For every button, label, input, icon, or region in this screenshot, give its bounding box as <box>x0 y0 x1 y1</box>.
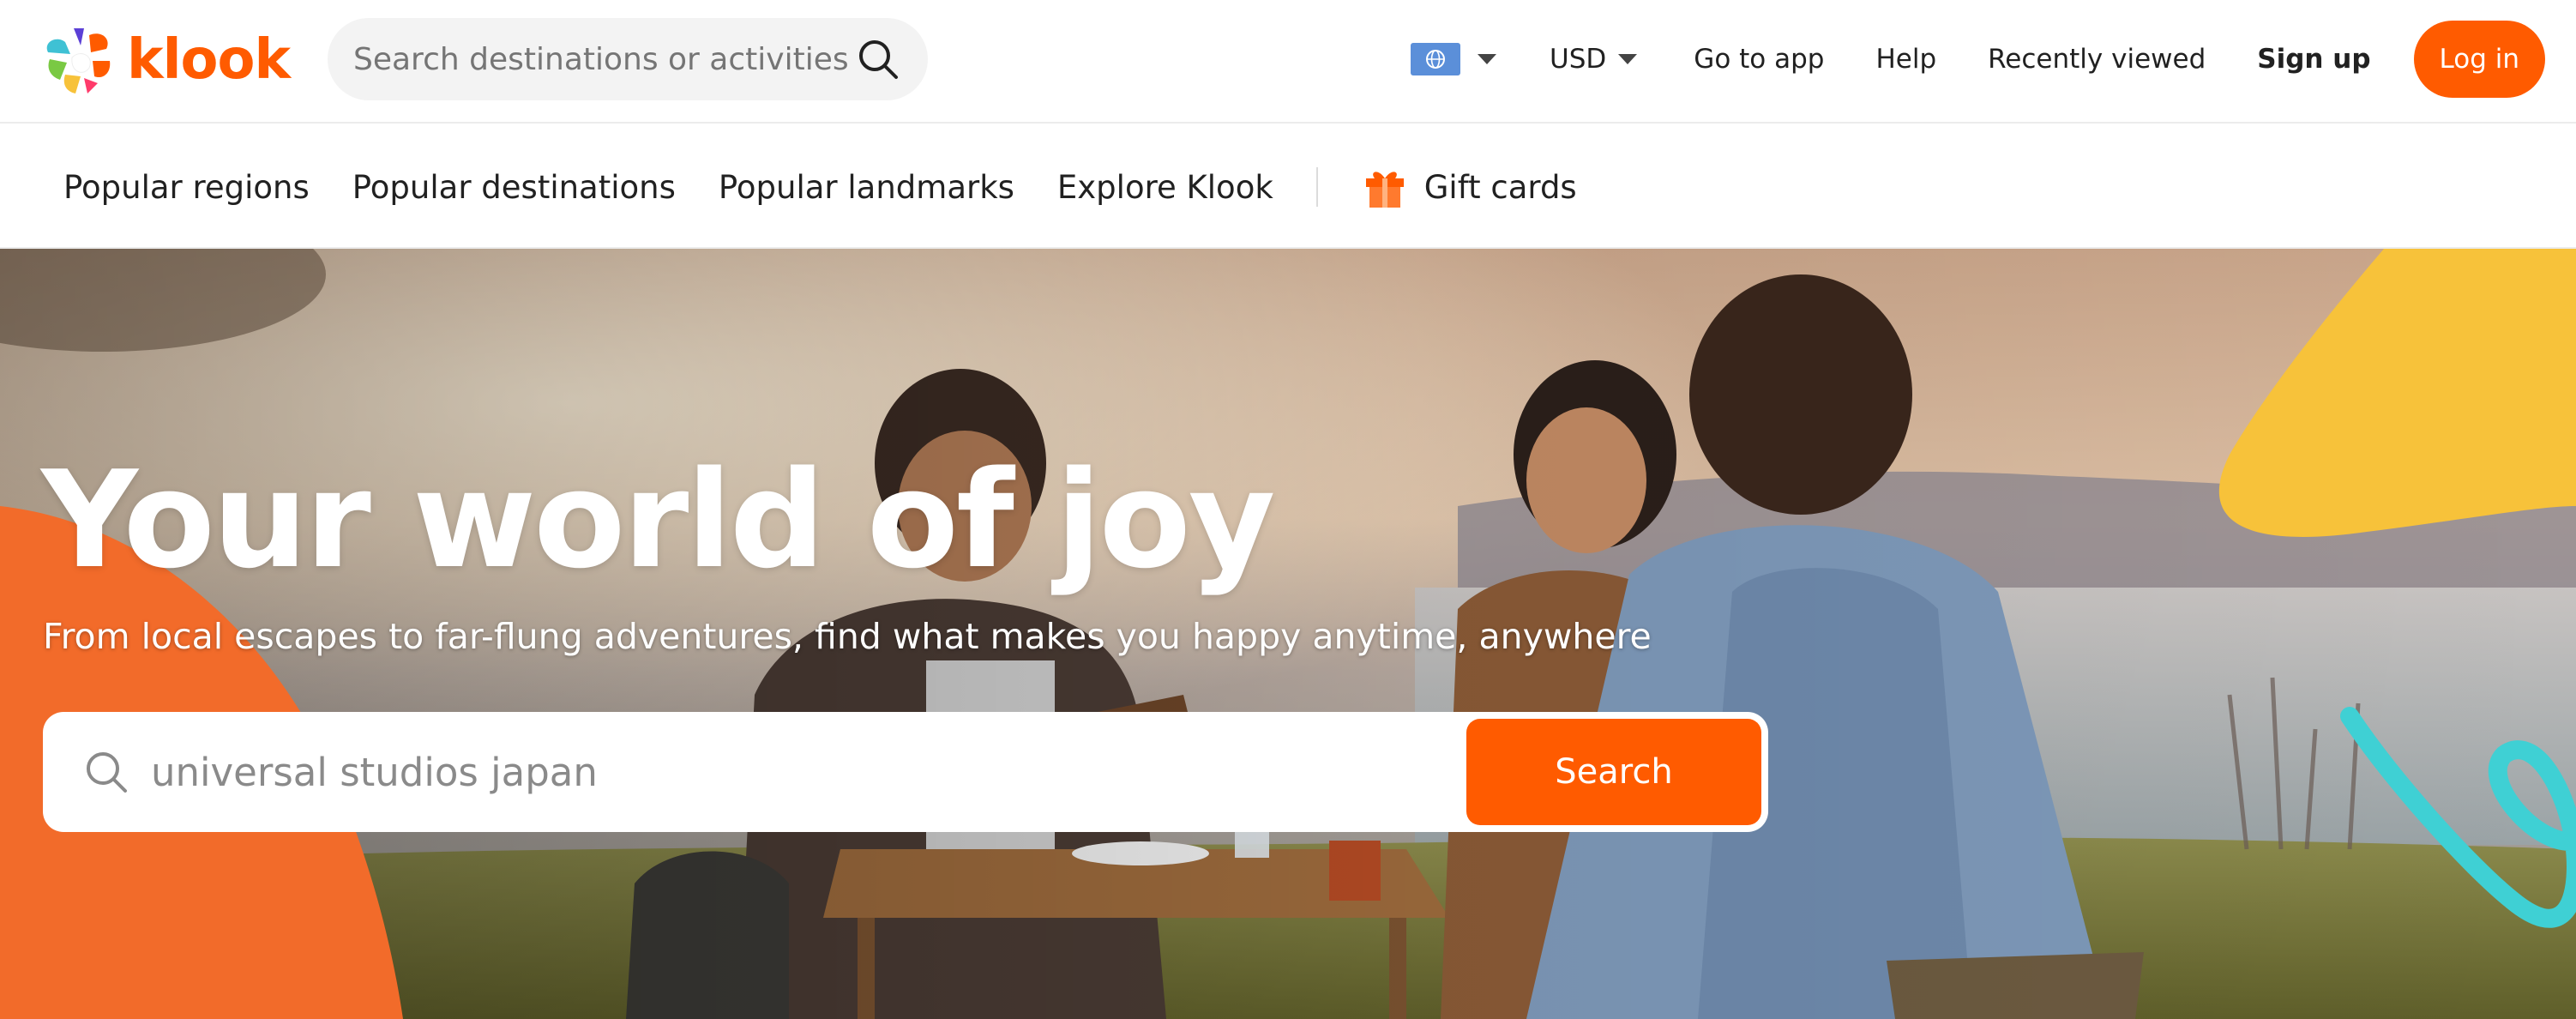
go-to-app-link[interactable]: Go to app <box>1694 44 1824 75</box>
sign-up-link[interactable]: Sign up <box>2257 44 2370 75</box>
header-search-input[interactable] <box>353 41 854 77</box>
gift-cards-link[interactable]: Gift cards <box>1363 165 1577 209</box>
header-search-box[interactable] <box>328 18 928 100</box>
search-icon <box>82 748 130 796</box>
nav-popular-regions[interactable]: Popular regions <box>63 169 310 206</box>
top-bar: klook USD Go to app Help <box>0 0 2576 124</box>
search-button[interactable]: Search <box>1466 719 1761 825</box>
nav-divider <box>1315 167 1318 207</box>
gift-icon <box>1365 172 1404 208</box>
globe-flag-icon <box>1411 43 1461 75</box>
gift-cards-label: Gift cards <box>1423 168 1577 206</box>
currency-selector[interactable]: USD <box>1550 44 1638 75</box>
category-nav: Popular regions Popular destinations Pop… <box>0 125 2576 249</box>
search-icon[interactable] <box>854 35 902 83</box>
hero-title: Your world of joy <box>41 442 1275 598</box>
nav-popular-landmarks[interactable]: Popular landmarks <box>719 169 1014 206</box>
header-actions: USD Go to app Help Recently viewed Sign … <box>1411 18 2545 100</box>
help-link[interactable]: Help <box>1875 44 1936 75</box>
language-selector[interactable] <box>1411 43 1497 75</box>
chevron-down-icon <box>1618 54 1638 64</box>
hero-banner: Your world of joy From local escapes to … <box>0 249 2576 1019</box>
nav-explore-klook[interactable]: Explore Klook <box>1057 169 1273 206</box>
hero-subtitle: From local escapes to far-flung adventur… <box>43 616 1652 657</box>
chevron-down-icon <box>1478 54 1497 64</box>
login-button[interactable]: Log in <box>2413 21 2545 98</box>
nav-popular-destinations[interactable]: Popular destinations <box>352 169 676 206</box>
recently-viewed-link[interactable]: Recently viewed <box>1988 44 2206 75</box>
category-nav-items: Popular regions Popular destinations Pop… <box>63 125 1577 249</box>
hero-search-box[interactable]: Search <box>43 712 1768 832</box>
klook-logo[interactable]: klook <box>41 22 291 98</box>
klook-logo-icon <box>46 28 111 93</box>
currency-label: USD <box>1550 44 1607 75</box>
brand-wordmark: klook <box>127 28 291 92</box>
